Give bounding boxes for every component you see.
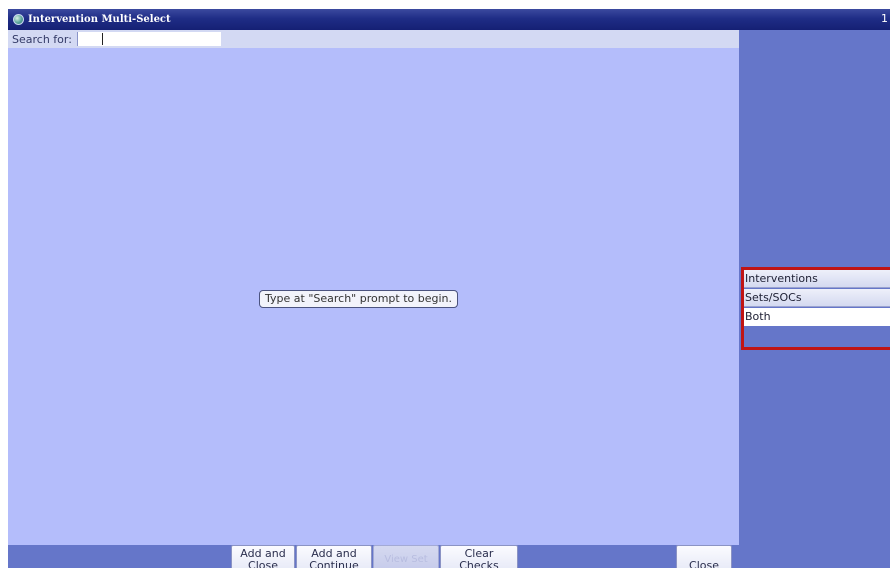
intervention-multi-select-window: Intervention Multi-Select 1 Search for: … xyxy=(8,9,890,568)
bottom-toolbar: Add and Close Add and Continue View Set … xyxy=(8,545,739,568)
add-and-continue-button[interactable]: Add and Continue xyxy=(296,545,372,568)
search-input[interactable] xyxy=(76,32,221,46)
filter-option-interventions[interactable]: Interventions xyxy=(744,270,890,288)
clear-checks-button[interactable]: Clear Checks xyxy=(440,545,518,568)
search-hint: Type at "Search" prompt to begin. xyxy=(259,290,459,308)
results-area: Type at "Search" prompt to begin. xyxy=(8,48,739,545)
close-button-label: Close xyxy=(689,559,719,568)
text-cursor xyxy=(102,33,103,45)
close-button[interactable]: Close ✖ xyxy=(676,545,732,568)
title-bar-right-text: 1 xyxy=(881,12,888,25)
filter-list: Interventions Sets/SOCs Both xyxy=(741,267,890,350)
app-globe-icon xyxy=(13,14,24,25)
window-title: Intervention Multi-Select xyxy=(28,14,171,25)
search-row: Search for: xyxy=(8,30,739,48)
search-label: Search for: xyxy=(12,32,72,46)
title-bar[interactable]: Intervention Multi-Select 1 xyxy=(8,9,890,30)
filter-option-both[interactable]: Both xyxy=(744,308,890,326)
filter-option-sets-socs[interactable]: Sets/SOCs xyxy=(744,289,890,307)
add-and-close-button[interactable]: Add and Close xyxy=(231,545,295,568)
view-set-button[interactable]: View Set xyxy=(373,545,439,568)
